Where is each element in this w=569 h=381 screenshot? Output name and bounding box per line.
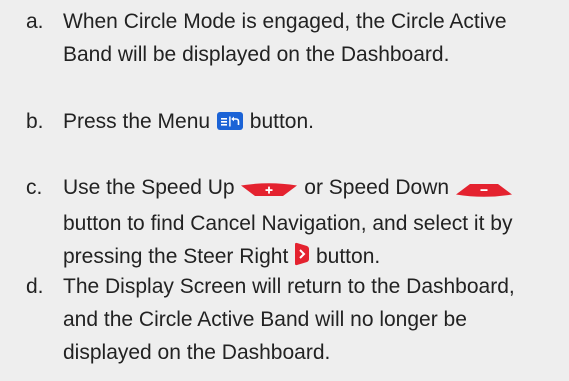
step-line: Band will be displayed on the Dashboard.	[63, 43, 450, 66]
speed-down-button-icon	[455, 174, 513, 207]
step-text: When Circle Mode is engaged, the Circle …	[63, 5, 563, 71]
step-line: displayed on the Dashboard.	[63, 341, 331, 364]
step-text-segment: Press the Menu	[63, 110, 211, 133]
step-line: and the Circle Active Band will no longe…	[63, 308, 467, 331]
step-text: Use the Speed Up or Speed Down button to…	[63, 171, 563, 276]
step-letter: d.	[26, 275, 44, 298]
speed-up-button-icon	[240, 174, 298, 207]
step-line: The Display Screen will return to the Da…	[63, 275, 515, 298]
step-letter: a.	[26, 10, 44, 33]
instructions-document: a. When Circle Mode is engaged, the Circ…	[0, 0, 569, 381]
step-letter: c.	[26, 176, 43, 199]
step-line: When Circle Mode is engaged, the Circle …	[63, 10, 507, 33]
step-line: Press the Menu button.	[63, 105, 563, 141]
menu-button-icon	[216, 108, 244, 141]
step-line: button to find Cancel Navigation, and se…	[63, 212, 513, 235]
step-text-segment: button.	[315, 245, 381, 268]
step-line: Use the Speed Up or Speed Down	[63, 171, 563, 207]
step-text: The Display Screen will return to the Da…	[63, 270, 563, 369]
step-text-segment: pressing the Steer Right	[63, 245, 289, 268]
step-text-segment: Use the Speed Up	[63, 176, 235, 199]
step-letter: b.	[26, 110, 44, 133]
step-text-segment: button.	[249, 110, 314, 133]
step-text: Press the Menu button.	[63, 105, 563, 141]
step-text-segment: or Speed Down	[304, 176, 450, 199]
